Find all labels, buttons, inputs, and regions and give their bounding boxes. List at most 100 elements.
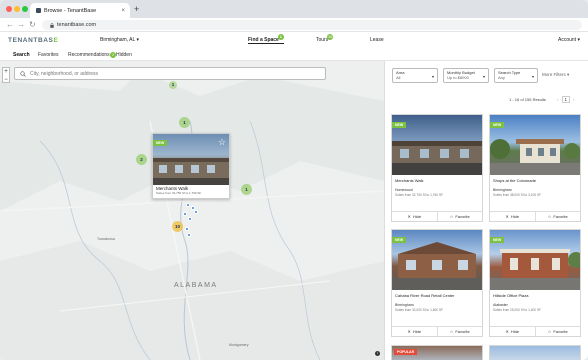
browser-tab[interactable]: Browse - TenantBase × (30, 3, 130, 18)
chevron-down-icon: ▾ (577, 37, 580, 43)
favorite-button[interactable]: ☆ Favorite (534, 327, 581, 336)
hide-label: Hide (412, 214, 422, 219)
favorite-button[interactable]: ☆ Favorite (436, 212, 483, 221)
reload-icon[interactable]: ↻ (29, 20, 36, 29)
favorite-button[interactable]: ☆ Favorite (534, 212, 581, 221)
tenantbase-logo[interactable]: TENANTBASE (8, 37, 58, 44)
address-bar[interactable]: tenantbase.com (42, 20, 582, 30)
hide-button[interactable]: ✕ Hide (490, 212, 535, 221)
tab-close-icon[interactable]: × (121, 8, 125, 14)
tab-strip: Browse - TenantBase × + (0, 0, 588, 18)
favorite-star-icon[interactable]: ☆ (218, 137, 226, 148)
listing-card[interactable]: NEW Shops at the Colonnade Birmingham Su… (489, 114, 581, 222)
account-menu[interactable]: Account ▾ (558, 37, 580, 43)
current-page[interactable]: 1 (561, 96, 571, 103)
new-badge: NEW (392, 122, 407, 128)
listing-card[interactable] (489, 345, 581, 360)
nav-badge: 26 (327, 34, 334, 40)
new-badge: NEW (490, 122, 505, 128)
map-view[interactable]: + − City, neighborhood, or address 1 1 2… (0, 61, 384, 360)
search-icon (20, 70, 26, 77)
hide-button[interactable]: ✕ Hide (490, 327, 535, 336)
listing-card[interactable]: NEW Hillside Office Plaza Alabaster Suit… (489, 229, 581, 337)
nav-tours[interactable]: Tours26 (316, 34, 334, 43)
listing-photo: NEW ☆ (153, 134, 229, 185)
minimize-window-button[interactable] (14, 6, 20, 12)
map-cluster[interactable]: 10 (172, 221, 183, 232)
listing-suites: Suites from 25,000 Sf to 1,400 SF (493, 308, 542, 312)
filter-monthly-budget[interactable]: Monthly Budget Up to $8000 ▾ (443, 68, 489, 83)
zoom-out-button[interactable]: − (3, 76, 9, 84)
logo-text: TENANTBAS (8, 37, 54, 44)
listing-name: Hillside Office Plaza (493, 293, 529, 298)
map-city-label: Montgomery (229, 343, 249, 347)
tab-search[interactable]: Search (13, 52, 30, 58)
card-actions: ✕ Hide ☆ Favorite (490, 211, 580, 221)
favorite-label: Favorite (455, 214, 470, 219)
map-cluster[interactable]: 1 (169, 81, 177, 89)
next-page-button[interactable]: › (573, 97, 575, 102)
back-icon[interactable]: ← (6, 20, 14, 29)
hide-icon: ✕ (505, 329, 509, 334)
favorite-button[interactable]: ☆ Favorite (436, 327, 483, 336)
map-pin[interactable] (188, 217, 192, 221)
chevron-down-icon: ▾ (431, 74, 434, 79)
lock-icon (50, 22, 54, 28)
map-search-box[interactable]: City, neighborhood, or address (14, 67, 326, 80)
new-tab-button[interactable]: + (134, 4, 139, 14)
new-badge: NEW (153, 140, 168, 146)
card-actions: ✕ Hide ☆ Favorite (392, 326, 482, 336)
forward-icon[interactable]: → (17, 20, 25, 29)
map-pin[interactable] (194, 210, 198, 214)
nav-label: Lease (370, 37, 384, 43)
filter-area[interactable]: Area All ▾ (392, 68, 438, 83)
map-listing-popup[interactable]: NEW ☆ Merchants Walk Suites from 32,750 … (152, 133, 230, 199)
listing-card[interactable]: POPULAR (391, 345, 483, 360)
listing-card[interactable]: NEW Cahaba River Road Retail Center Birm… (391, 229, 483, 337)
listing-city: Birmingham (493, 188, 512, 192)
tab-favorites[interactable]: Favorites (38, 52, 59, 58)
map-cluster[interactable]: 2 (136, 154, 147, 165)
map-pin[interactable] (186, 203, 190, 207)
map-info-icon[interactable]: i (375, 351, 380, 356)
app-header: TENANTBASE Birmingham, AL ▾ Find a Space… (0, 32, 588, 49)
location-selector[interactable]: Birmingham, AL ▾ (100, 37, 139, 43)
favorite-label: Favorite (455, 329, 470, 334)
listing-name: Shops at the Colonnade (493, 178, 536, 183)
map-pin[interactable] (185, 227, 189, 231)
close-window-button[interactable] (6, 6, 12, 12)
new-badge: NEW (490, 237, 505, 243)
map-cluster[interactable]: 1 (179, 117, 190, 128)
tab-recommendations[interactable]: Recommendations 2 (68, 52, 117, 58)
star-icon: ☆ (547, 214, 552, 219)
prev-page-button[interactable]: ‹ (557, 97, 559, 102)
location-label: Birmingham, AL (100, 37, 136, 43)
listing-name: Merchants Walk (395, 178, 424, 183)
listing-city: Birmingham (395, 303, 414, 307)
hide-button[interactable]: ✕ Hide (392, 212, 437, 221)
maximize-window-button[interactable] (22, 6, 28, 12)
map-city-label: Tuscaloosa (97, 237, 115, 241)
map-state-label: ALABAMA (174, 282, 218, 289)
tab-title: Browse - TenantBase (44, 7, 97, 14)
listing-card[interactable]: NEW Merchants Walk Homewood Suites from … (391, 114, 483, 222)
zoom-control: + − (2, 67, 10, 83)
tab-hidden[interactable]: Hidden (116, 52, 132, 58)
more-filters-label: More Filters (542, 72, 566, 77)
nav-find-a-space[interactable]: Find a Space1 (248, 34, 284, 44)
hide-button[interactable]: ✕ Hide (392, 327, 437, 336)
map-pin[interactable] (183, 212, 187, 216)
map-cluster[interactable]: 1 (241, 184, 252, 195)
map-pin[interactable] (187, 233, 191, 237)
favorite-label: Favorite (553, 329, 568, 334)
nav-lease[interactable]: Lease (370, 37, 384, 43)
chevron-down-icon: ▾ (567, 72, 570, 77)
filter-search-type[interactable]: Search Type Any ▾ (494, 68, 538, 83)
zoom-in-button[interactable]: + (3, 68, 9, 76)
browser-window: Browse - TenantBase × + ← → ↻ tenantbase… (0, 0, 588, 360)
listing-photo: NEW (392, 115, 482, 175)
logo-accent: E (53, 37, 59, 44)
more-filters-button[interactable]: More Filters ▾ (542, 72, 569, 78)
listing-suites: Suites from 32,000 Sf to 1,600 SF (395, 308, 444, 312)
hide-label: Hide (510, 214, 520, 219)
